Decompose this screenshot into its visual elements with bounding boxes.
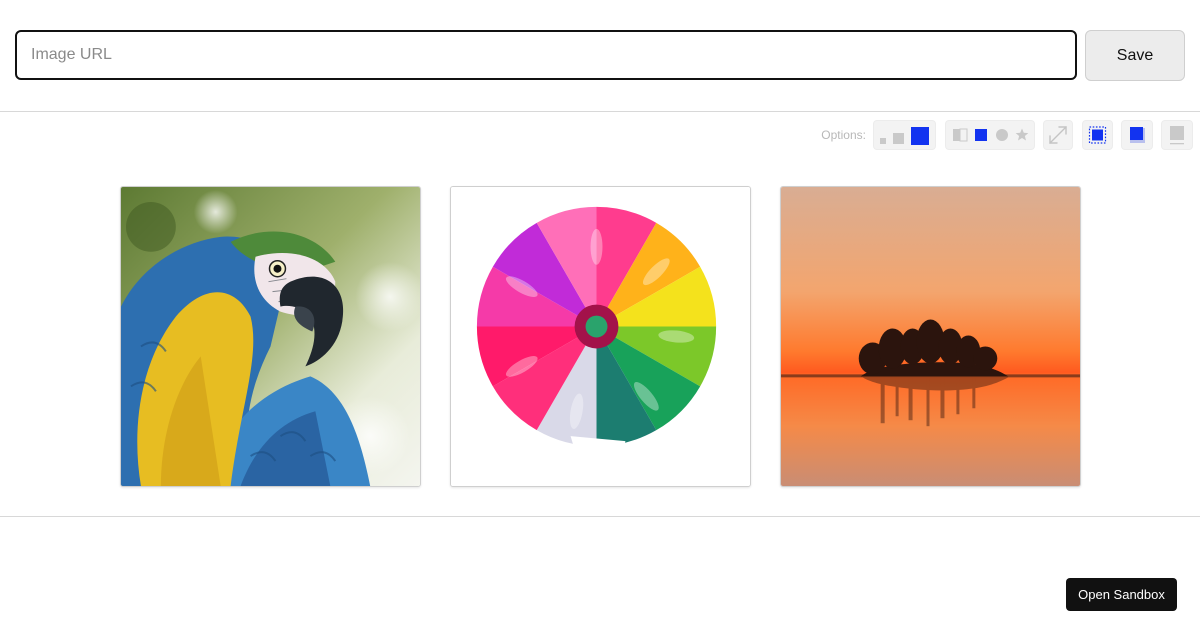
top-divider	[0, 111, 1200, 112]
size-small-option[interactable]	[880, 138, 886, 144]
save-button[interactable]: Save	[1085, 30, 1185, 81]
caption-option[interactable]	[1161, 120, 1193, 150]
parrot-photo	[121, 187, 420, 486]
size-medium-option[interactable]	[893, 133, 904, 144]
size-large-option[interactable]	[911, 127, 929, 145]
gallery-image-sunset[interactable]	[780, 186, 1081, 487]
options-label: Options:	[821, 128, 866, 142]
shape-options[interactable]	[945, 120, 1035, 150]
page: Save Options:	[0, 0, 1200, 630]
dotted-border-option[interactable]	[1082, 120, 1113, 150]
shadow-option[interactable]	[1121, 120, 1153, 150]
open-sandbox-button[interactable]: Open Sandbox	[1066, 578, 1177, 611]
bottom-divider	[0, 516, 1200, 517]
circle-shape-option[interactable]	[996, 129, 1008, 141]
expand-arrows-icon	[1049, 126, 1067, 144]
flower-photo	[451, 187, 750, 486]
split-square-icon[interactable]	[953, 128, 968, 142]
gallery-image-flower[interactable]	[450, 186, 751, 487]
expand-option[interactable]	[1043, 120, 1073, 150]
square-shape-option[interactable]	[975, 129, 987, 141]
gallery-image-parrot[interactable]	[120, 186, 421, 487]
sunset-photo	[781, 187, 1080, 486]
image-url-input[interactable]	[15, 30, 1077, 80]
size-options[interactable]	[873, 120, 936, 150]
gray-square-caption-icon	[1170, 126, 1184, 145]
shadow-square-icon	[1130, 127, 1145, 143]
star-shape-option[interactable]	[1015, 128, 1029, 141]
dotted-square-icon	[1088, 126, 1107, 144]
